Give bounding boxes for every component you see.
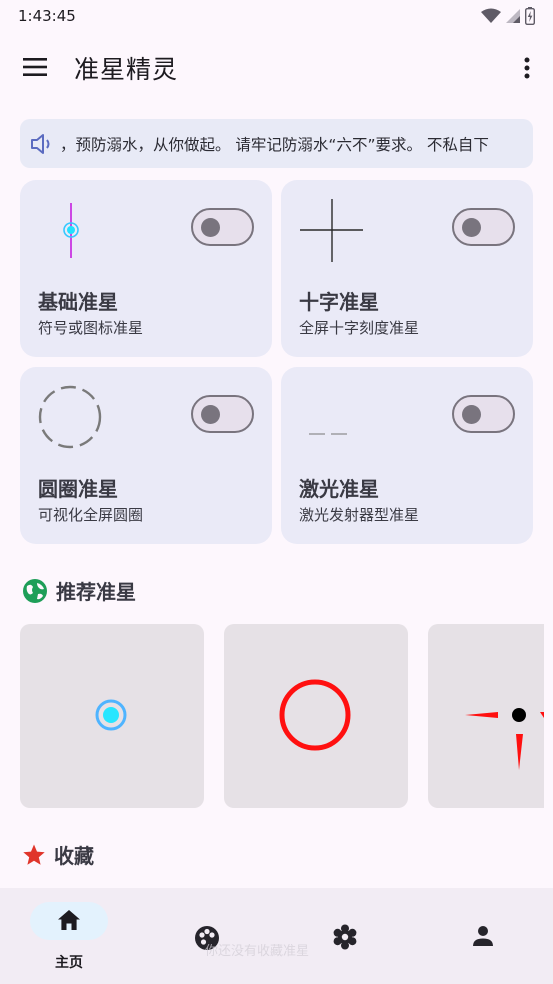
toggle-knob (462, 218, 481, 237)
card-subtitle: 符号或图标准星 (38, 319, 144, 337)
globe-icon (23, 578, 47, 603)
nav-crosshairs[interactable] (138, 888, 276, 984)
recommended-item-tactical-dot[interactable] (428, 624, 544, 808)
star-icon (23, 844, 45, 865)
nav-home[interactable]: 主页 (0, 888, 138, 984)
card-laser-crosshair[interactable]: 激光准星 激光发射器型准星 (281, 367, 533, 544)
status-bar: 1:43:45 (0, 0, 553, 32)
toggle-knob (462, 405, 481, 424)
card-title: 基础准星 (38, 290, 118, 314)
basic-crosshair-toggle[interactable] (191, 208, 254, 246)
recommended-item-neon-crosshair[interactable] (20, 624, 204, 808)
home-icon (58, 910, 80, 930)
recommended-title: 推荐准星 (56, 580, 136, 604)
notice-text: ，预防溺水，从你做起。 请牢记防溺水“六不”要求。 不私自下 (60, 135, 489, 154)
toggle-knob (201, 405, 220, 424)
card-basic-crosshair[interactable]: 基础准星 符号或图标准星 (20, 180, 272, 357)
circle-crosshair-toggle[interactable] (191, 395, 254, 433)
neon-crosshair-preview (60, 664, 164, 768)
red-circle-preview (279, 679, 351, 751)
laser-crosshair-icon (309, 433, 347, 435)
card-title: 激光准星 (299, 477, 379, 501)
notice-icon-wrap (30, 133, 58, 155)
cross-crosshair-icon (300, 199, 363, 262)
app-title: 准星精灵 (74, 55, 179, 84)
nav-settings[interactable] (276, 888, 414, 984)
favorites-title: 收藏 (54, 844, 94, 868)
more-vert-icon (524, 57, 530, 79)
basic-crosshair-icon (44, 203, 98, 258)
card-subtitle: 全屏十字刻度准星 (299, 319, 420, 337)
card-subtitle: 可视化全屏圆圈 (38, 506, 144, 524)
nav-profile[interactable] (414, 888, 553, 984)
card-title: 十字准星 (299, 290, 379, 314)
bottom-navigation: 主页 (0, 888, 553, 984)
card-subtitle: 激光发射器型准星 (299, 506, 420, 524)
flower-gear-icon (333, 924, 357, 950)
card-circle-crosshair[interactable]: 圆圈准星 可视化全屏圆圈 (20, 367, 272, 544)
circle-crosshair-icon (38, 385, 102, 449)
person-icon (473, 926, 493, 946)
recommended-item-red-circle[interactable] (224, 624, 408, 808)
volume-icon (31, 133, 50, 154)
cross-crosshair-toggle[interactable] (452, 208, 515, 246)
status-time: 1:43:45 (18, 7, 76, 25)
notice-banner[interactable]: ，预防溺水，从你做起。 请牢记防溺水“六不”要求。 不私自下 (20, 119, 533, 168)
nav-home-label: 主页 (55, 955, 83, 971)
tactical-dot-preview (465, 708, 544, 770)
cell-signal-icon (506, 9, 520, 23)
top-app-bar: 准星精灵 (0, 36, 553, 100)
toggle-knob (201, 218, 220, 237)
more-options-button[interactable] (517, 54, 537, 82)
menu-button[interactable] (20, 54, 50, 80)
card-cross-crosshair[interactable]: 十字准星 全屏十字刻度准星 (281, 180, 533, 357)
recommended-header: 推荐准星 (22, 576, 136, 605)
card-title: 圆圈准星 (38, 477, 118, 501)
favorites-header: 收藏 (22, 840, 94, 869)
laser-crosshair-toggle[interactable] (452, 395, 515, 433)
hamburger-menu-icon (23, 58, 47, 76)
battery-icon (525, 7, 535, 25)
wifi-icon (481, 8, 501, 23)
status-icons (481, 7, 535, 25)
favorites-empty-hint: 你还没有收藏准星 (205, 944, 310, 959)
